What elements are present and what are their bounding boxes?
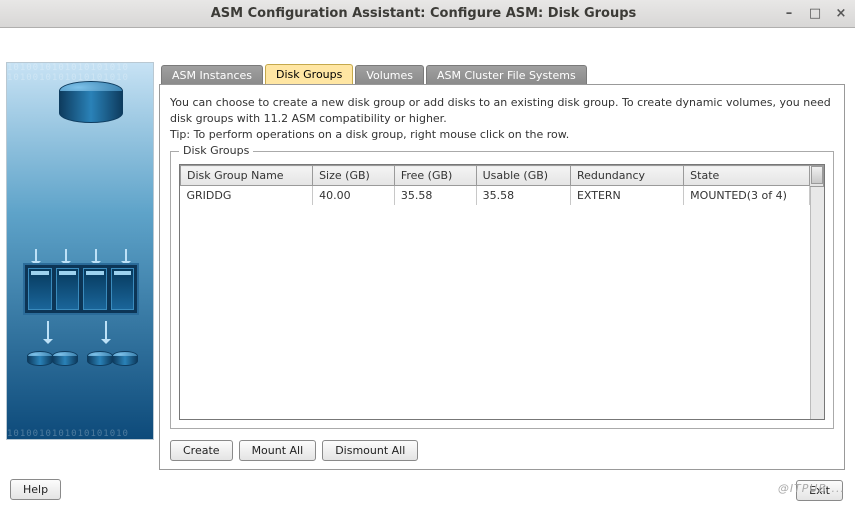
col-size[interactable]: Size (GB) (313, 166, 395, 186)
description-line2: Tip: To perform operations on a disk gro… (170, 127, 834, 143)
help-button[interactable]: Help (10, 479, 61, 500)
col-usable[interactable]: Usable (GB) (476, 166, 570, 186)
window-title: ASM Configuration Assistant: Configure A… (6, 6, 781, 21)
titlebar: ASM Configuration Assistant: Configure A… (0, 0, 855, 28)
cell-state: MOUNTED(3 of 4) (684, 186, 810, 206)
fieldset-legend: Disk Groups (179, 144, 253, 157)
maximize-button[interactable]: □ (807, 6, 823, 22)
tab-volumes[interactable]: Volumes (355, 65, 424, 85)
storage-rack-icon (23, 263, 139, 315)
watermark: @ITPUB ... (778, 482, 845, 495)
tab-asm-instances[interactable]: ASM Instances (161, 65, 263, 85)
disk-groups-table[interactable]: Disk Group Name Size (GB) Free (GB) Usab… (179, 164, 825, 420)
cell-redundancy: EXTERN (570, 186, 683, 206)
col-state[interactable]: State (684, 166, 810, 186)
table-header-row: Disk Group Name Size (GB) Free (GB) Usab… (181, 166, 810, 186)
tab-asm-cluster-file-systems[interactable]: ASM Cluster File Systems (426, 65, 587, 85)
scrollbar-thumb[interactable] (811, 166, 823, 184)
close-button[interactable]: × (833, 6, 849, 22)
disk-icon (112, 351, 138, 369)
sidebar-illustration: 1010010101010101010 1010010101010101010 … (6, 62, 154, 440)
bottom-bar: Help Exit (0, 473, 855, 505)
create-button[interactable]: Create (170, 440, 233, 461)
disk-icon (87, 351, 113, 369)
col-free[interactable]: Free (GB) (394, 166, 476, 186)
disk-icon (52, 351, 78, 369)
cell-size: 40.00 (313, 186, 395, 206)
disk-icon (27, 351, 53, 369)
disk-groups-fieldset: Disk Groups Disk Group Name Size (GB) Fr… (170, 151, 834, 429)
description-text: You can choose to create a new disk grou… (170, 95, 834, 143)
col-redundancy[interactable]: Redundancy (570, 166, 683, 186)
table-row[interactable]: GRIDDG 40.00 35.58 35.58 EXTERN MOUNTED(… (181, 186, 810, 206)
mount-all-button[interactable]: Mount All (239, 440, 317, 461)
tab-disk-groups[interactable]: Disk Groups (265, 64, 353, 85)
description-line1: You can choose to create a new disk grou… (170, 95, 834, 127)
content-area: 1010010101010101010 1010010101010101010 … (0, 28, 855, 505)
minimize-button[interactable]: – (781, 6, 797, 22)
action-buttons: Create Mount All Dismount All (170, 440, 418, 461)
cell-name: GRIDDG (181, 186, 313, 206)
tab-page-disk-groups: You can choose to create a new disk grou… (159, 84, 845, 470)
window-buttons: – □ × (781, 6, 849, 22)
cell-usable: 35.58 (476, 186, 570, 206)
dismount-all-button[interactable]: Dismount All (322, 440, 418, 461)
table-scrollbar[interactable] (810, 165, 824, 419)
cell-free: 35.58 (394, 186, 476, 206)
main-panel: ASM Instances Disk Groups Volumes ASM Cl… (159, 62, 845, 470)
database-icon (59, 81, 123, 131)
col-disk-group-name[interactable]: Disk Group Name (181, 166, 313, 186)
tabs: ASM Instances Disk Groups Volumes ASM Cl… (161, 62, 845, 84)
